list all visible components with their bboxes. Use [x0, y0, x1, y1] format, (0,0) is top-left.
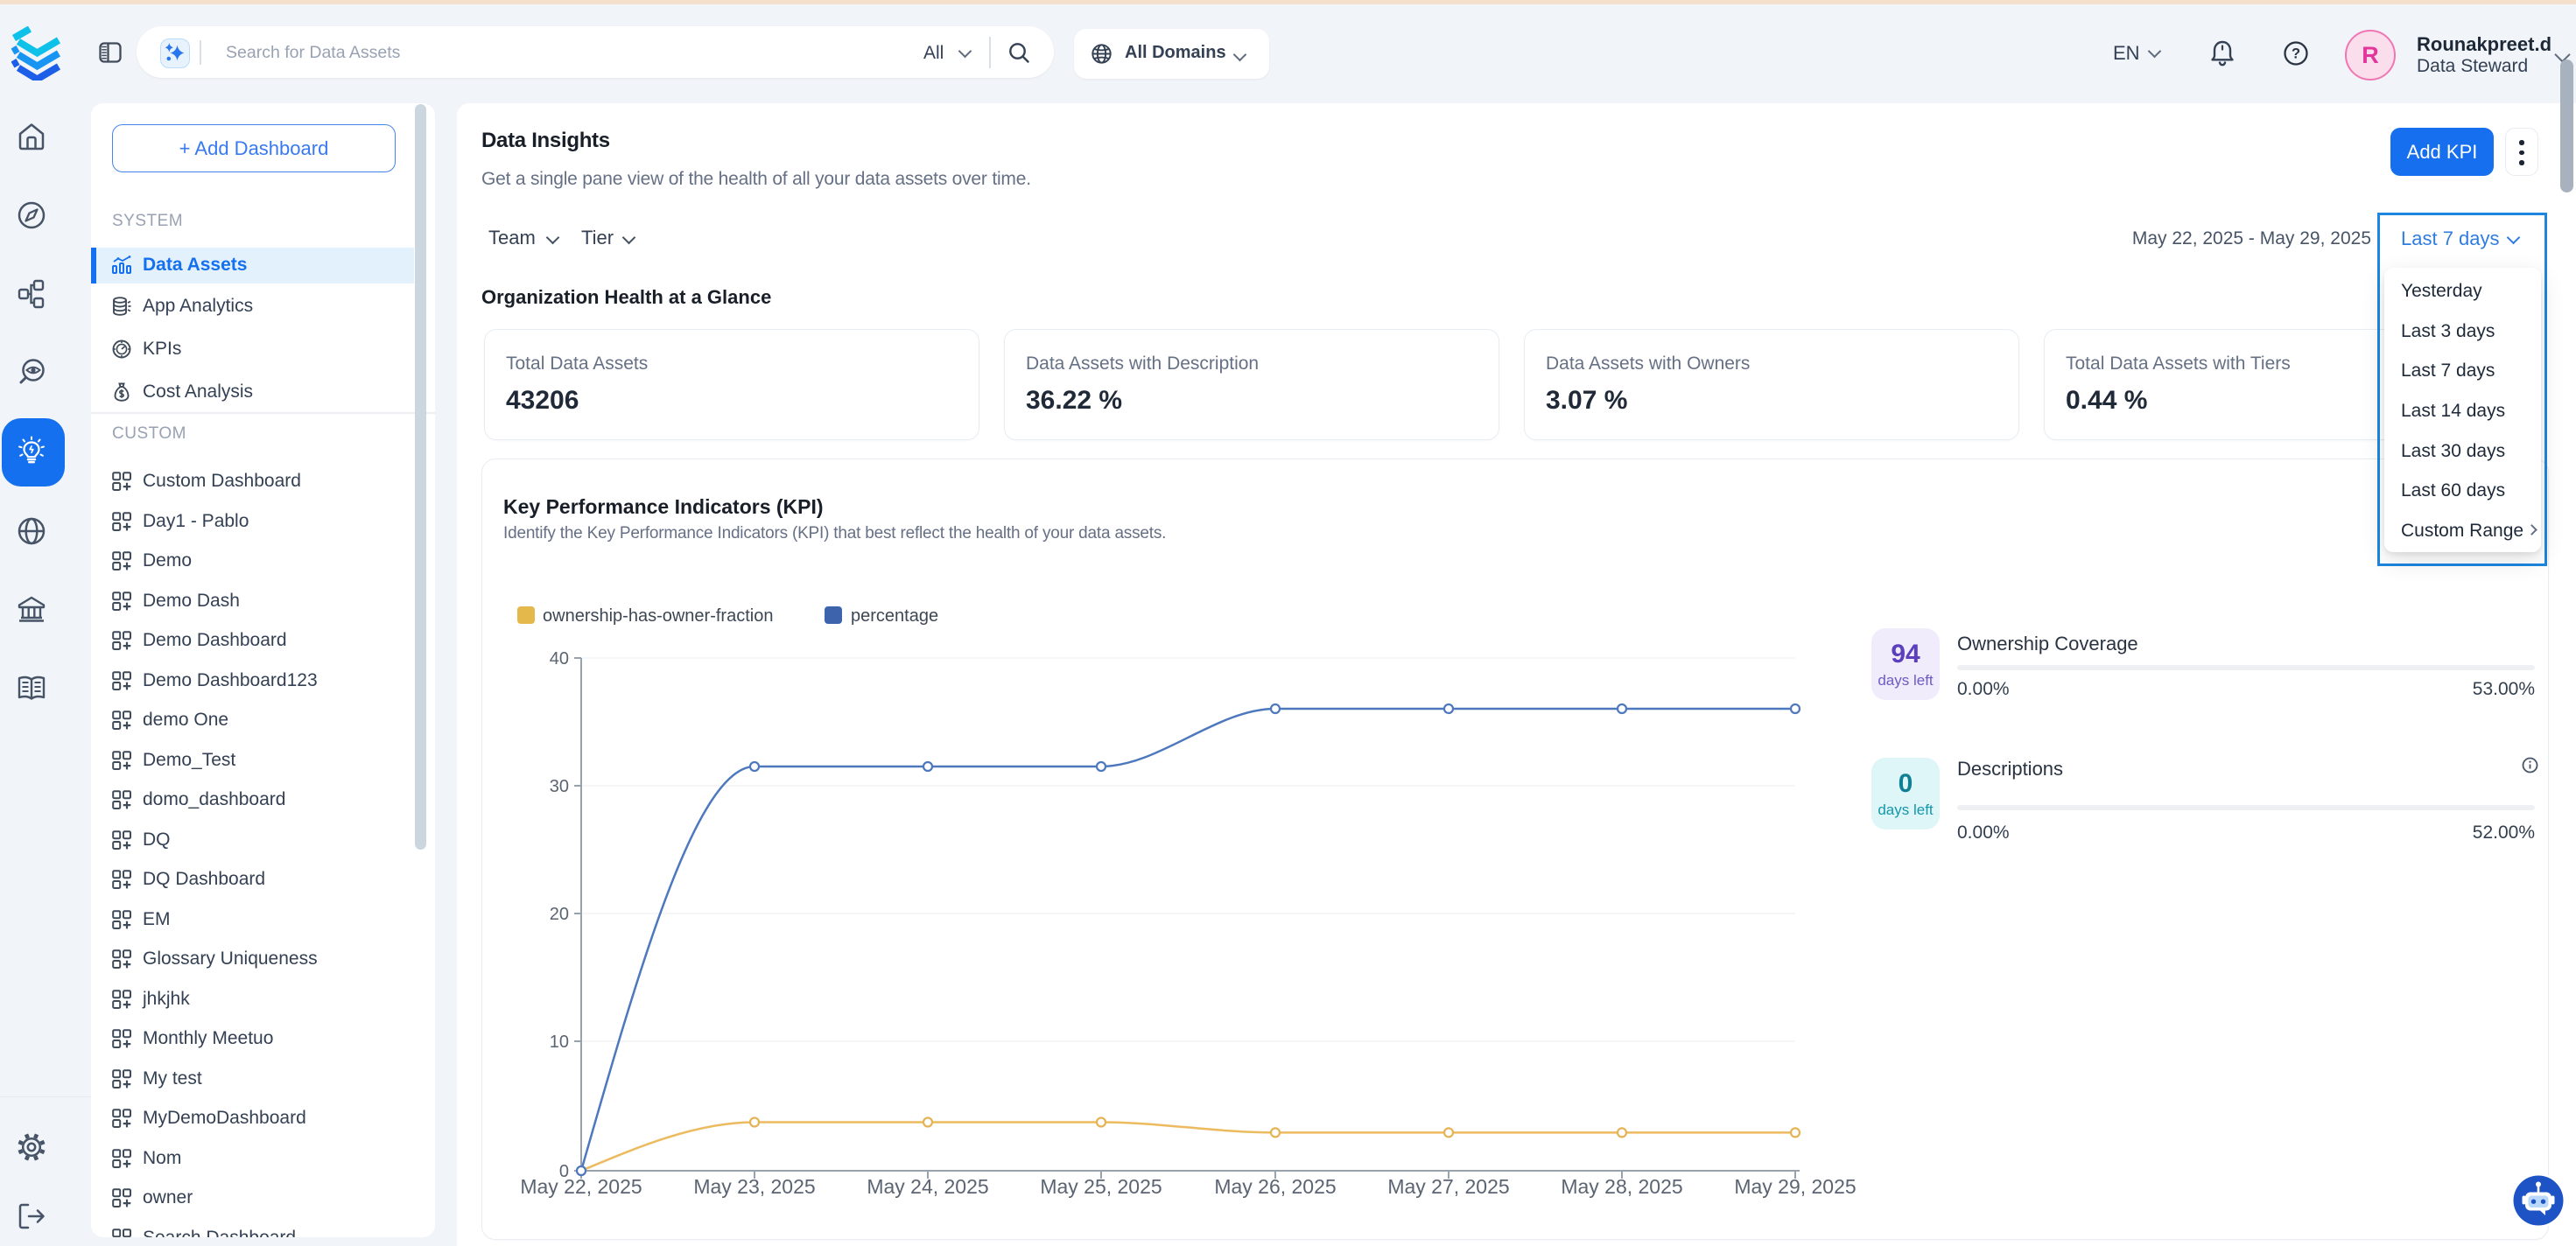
svg-text:20: 20	[550, 905, 569, 924]
svg-text:May 22, 2025: May 22, 2025	[520, 1175, 642, 1198]
svg-text:10: 10	[550, 1032, 569, 1052]
svg-text:May 27, 2025: May 27, 2025	[1387, 1175, 1509, 1198]
svg-text:May 23, 2025: May 23, 2025	[693, 1175, 815, 1198]
svg-text:?: ?	[2292, 46, 2300, 62]
svg-text:May 26, 2025: May 26, 2025	[1214, 1175, 1336, 1198]
svg-text:May 28, 2025: May 28, 2025	[1561, 1175, 1682, 1198]
svg-text:May 24, 2025: May 24, 2025	[867, 1175, 988, 1198]
svg-text:40: 40	[550, 649, 569, 668]
svg-text:May 25, 2025: May 25, 2025	[1040, 1175, 1162, 1198]
svg-text:May 29, 2025: May 29, 2025	[1734, 1175, 1856, 1198]
svg-text:30: 30	[550, 777, 569, 796]
